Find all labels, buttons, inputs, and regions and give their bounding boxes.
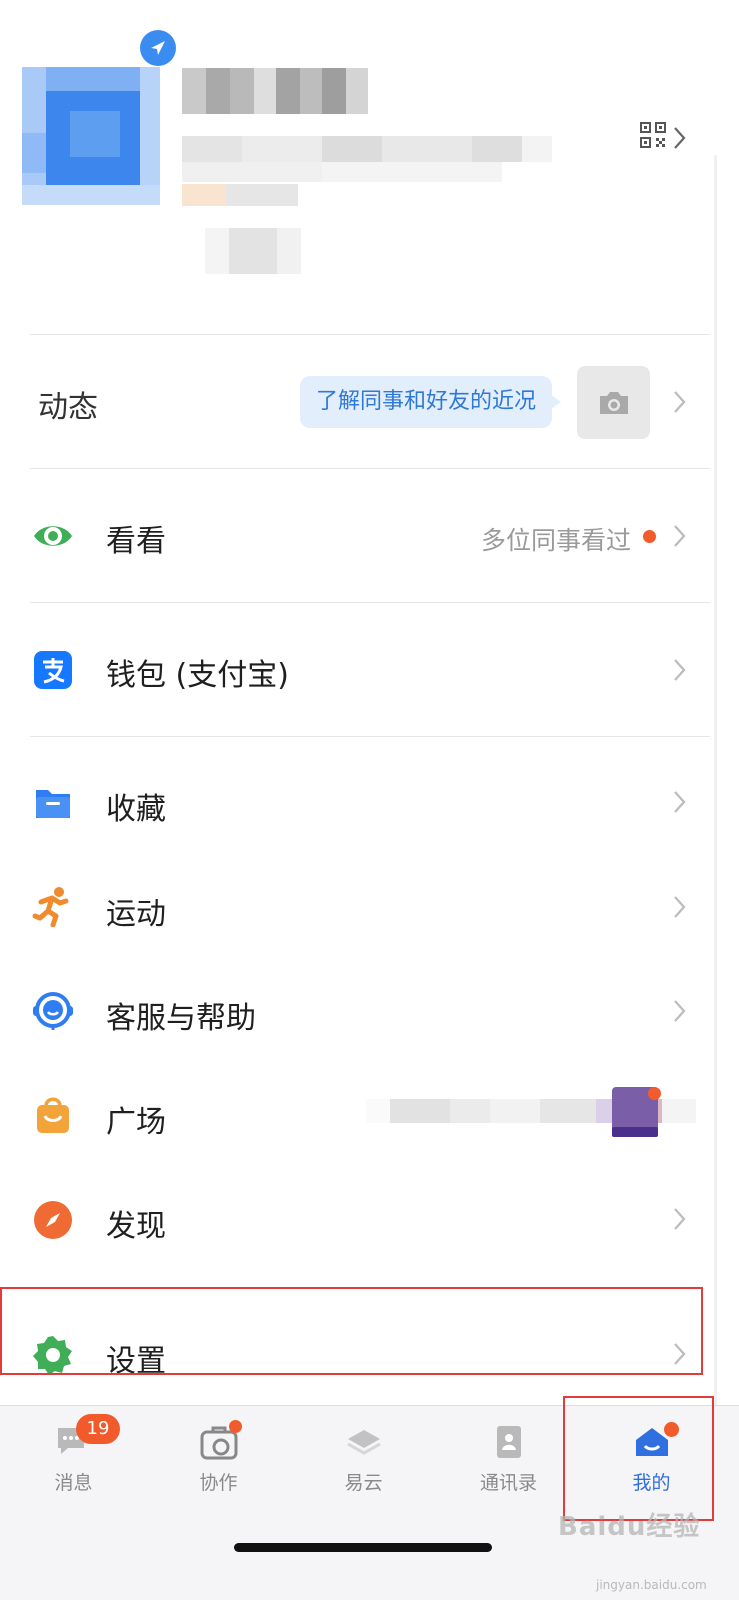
eye-icon xyxy=(32,515,74,557)
running-person-icon xyxy=(32,885,74,928)
menu-label: 运动 xyxy=(106,897,166,932)
menu-item-favorites[interactable]: 收藏 xyxy=(0,750,739,854)
alipay-icon xyxy=(32,649,74,691)
contacts-book-icon xyxy=(489,1422,529,1462)
tab-label: 协作 xyxy=(199,1472,238,1494)
menu-label: 发现 xyxy=(106,1209,166,1244)
menu-item-wallet[interactable]: 钱包 (支付宝) xyxy=(0,604,739,736)
unread-dot xyxy=(648,1087,661,1100)
chevron-right-icon xyxy=(671,1205,689,1233)
menu-item-sports[interactable]: 运动 xyxy=(0,855,739,959)
home-indicator[interactable] xyxy=(234,1543,492,1552)
promo-image-base xyxy=(612,1127,658,1137)
blurred-tag xyxy=(182,184,298,206)
menu-item-plaza[interactable]: 广场 xyxy=(0,1063,739,1167)
settings-highlight-box xyxy=(0,1287,703,1375)
blurred-name xyxy=(182,68,368,114)
chevron-right-icon xyxy=(671,788,689,816)
menu-label: 客服与帮助 xyxy=(106,1001,256,1036)
blurred-company xyxy=(182,136,552,162)
tab-collaboration[interactable]: 协作 xyxy=(145,1406,292,1526)
blurred-extra xyxy=(205,228,301,274)
layers-icon xyxy=(344,1422,384,1462)
chevron-right-icon xyxy=(671,893,689,921)
kankan-hint: 多位同事看过 xyxy=(480,526,631,555)
unread-dot xyxy=(643,530,656,543)
shopping-bag-icon xyxy=(32,1093,74,1135)
feed-hint-bubble: 了解同事和好友的近况 xyxy=(300,376,562,428)
tab-label: 消息 xyxy=(54,1472,93,1494)
camera-icon xyxy=(599,391,628,414)
headset-icon xyxy=(32,989,74,1031)
profile-header[interactable] xyxy=(0,0,739,340)
folder-icon xyxy=(32,782,74,824)
tab-yiyun[interactable]: 易云 xyxy=(290,1406,437,1526)
divider xyxy=(30,334,710,335)
menu-item-discover[interactable]: 发现 xyxy=(0,1167,739,1271)
menu-label: 钱包 (支付宝) xyxy=(106,658,289,693)
qr-code-icon[interactable] xyxy=(640,122,672,154)
menu-label: 看看 xyxy=(106,524,166,559)
tab-label: 通讯录 xyxy=(479,1472,537,1494)
avatar[interactable] xyxy=(22,67,160,205)
menu-item-customer-service[interactable]: 客服与帮助 xyxy=(0,959,739,1063)
chevron-right-icon xyxy=(671,997,689,1025)
baidu-watermark: Baidu经验 xyxy=(558,1512,701,1542)
chevron-right-icon xyxy=(671,124,689,152)
menu-label: 广场 xyxy=(106,1105,166,1140)
camera-button[interactable] xyxy=(577,366,650,439)
unread-count-badge: 19 xyxy=(76,1414,120,1444)
menu-label: 收藏 xyxy=(106,792,166,827)
divider xyxy=(30,736,710,737)
divider xyxy=(30,468,710,469)
mine-tab-highlight-box xyxy=(563,1396,714,1521)
tab-messages[interactable]: 19 消息 xyxy=(0,1406,147,1526)
chevron-right-icon xyxy=(671,388,689,416)
compass-icon xyxy=(32,1199,74,1241)
feed-label: 动态 xyxy=(38,390,98,425)
baidu-watermark-url: jingyan.baidu.com xyxy=(596,1578,707,1592)
location-arrow-icon xyxy=(140,30,176,66)
blurred-detail xyxy=(182,162,502,182)
unread-dot xyxy=(229,1420,242,1433)
chevron-right-icon xyxy=(671,522,689,550)
tab-label: 易云 xyxy=(344,1472,383,1494)
chevron-right-icon xyxy=(671,656,689,684)
divider xyxy=(30,602,710,603)
menu-item-kankan[interactable]: 看看 多位同事看过 xyxy=(0,470,739,602)
